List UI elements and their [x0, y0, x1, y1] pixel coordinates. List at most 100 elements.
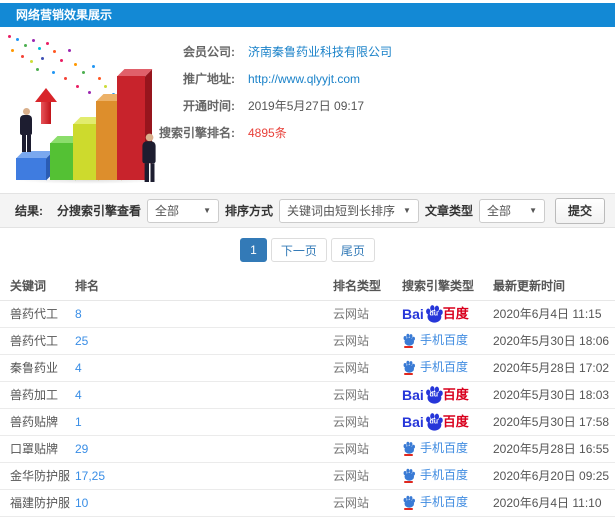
- baidu-paw-icon: du: [424, 412, 444, 431]
- chevron-down-icon: ▼: [203, 206, 212, 215]
- updated-cell: 2020年5月30日 17:58: [485, 408, 615, 436]
- keyword-cell: 福建防护服: [0, 489, 75, 517]
- table-row: 兽药加工 4 云网站 Bai du 百度 2020年5月30日 18:03: [0, 381, 615, 409]
- keyword-cell: 秦鲁药业: [0, 354, 75, 382]
- engine-cell: Bai du 百度: [390, 381, 485, 409]
- updated-cell: [485, 516, 615, 520]
- rank-link[interactable]: 8: [75, 300, 333, 328]
- member-company-link[interactable]: 济南秦鲁药业科技有限公司: [235, 39, 392, 66]
- header-engine-type: 搜索引擎类型: [390, 272, 485, 301]
- keyword-cell: [0, 516, 75, 520]
- engine-filter-label: 分搜索引擎查看: [57, 204, 142, 218]
- header-rank: 排名: [75, 272, 333, 301]
- updated-cell: 2020年6月4日 11:15: [485, 300, 615, 328]
- rank-type-cell: 云网站: [333, 489, 390, 517]
- updated-cell: 2020年5月28日 16:55: [485, 435, 615, 463]
- baidu-logo-du-text: du: [429, 418, 439, 426]
- mobile-baidu-underline: [404, 453, 413, 456]
- sort-filter-select[interactable]: 关键词由短到长排序 ▼: [279, 198, 419, 223]
- rank-link[interactable]: 1: [75, 408, 333, 436]
- updated-cell: 2020年5月28日 17:02: [485, 354, 615, 382]
- promo-url-row: 推广地址: http://www.qlyyjt.com: [0, 66, 392, 93]
- baidu-logo-du-text: du: [429, 310, 439, 318]
- rank-type-cell: 云网站: [333, 354, 390, 382]
- table-row: Bai du 百度: [0, 516, 615, 520]
- open-time-row: 开通时间: 2019年5月27日 09:17: [0, 93, 392, 120]
- next-page-button[interactable]: 下一页: [270, 238, 327, 262]
- mobile-baidu-logo: 手机百度: [402, 360, 468, 375]
- filter-controls: 分搜索引擎查看 全部 ▼ 排序方式 关键词由短到长排序 ▼ 文章类型 全部 ▼ …: [57, 197, 605, 224]
- mobile-baidu-paw-icon: [402, 495, 416, 510]
- header-keyword: 关键词: [0, 272, 75, 301]
- engine-cell: Bai du 百度: [390, 516, 485, 520]
- updated-cell: 2020年6月20日 09:25: [485, 462, 615, 490]
- article-type-filter-select[interactable]: 全部 ▼: [478, 198, 545, 223]
- page-title: 网络营销效果展示: [16, 8, 113, 22]
- rank-type-cell: [333, 516, 390, 520]
- table-row: 兽药贴牌 1 云网站 Bai du 百度 2020年5月30日 17:58: [0, 408, 615, 436]
- keyword-cell: 兽药加工: [0, 381, 75, 409]
- baidu-logo-bai-text: Bai: [402, 386, 424, 403]
- confetti-dots: [8, 35, 11, 38]
- rank-link[interactable]: [75, 516, 333, 520]
- baidu-logo-bai-text: Bai: [402, 413, 424, 430]
- chevron-down-icon: ▼: [403, 206, 411, 215]
- article-type-filter-value: 全部: [486, 204, 511, 218]
- keyword-cell: 兽药代工: [0, 300, 75, 328]
- rank-link[interactable]: 4: [75, 381, 333, 409]
- pagination: 1 下一页 尾页: [0, 228, 615, 272]
- chevron-down-icon: ▼: [529, 206, 537, 215]
- baidu-logo-cn-text: 百度: [442, 306, 469, 321]
- submit-button[interactable]: 提交: [554, 197, 605, 224]
- keyword-cell: 口罩贴牌: [0, 435, 75, 463]
- rank-link[interactable]: 10: [75, 489, 333, 517]
- header-updated: 最新更新时间: [485, 272, 615, 301]
- mobile-baidu-label: 手机百度: [420, 441, 469, 455]
- mobile-baidu-logo: 手机百度: [402, 468, 468, 483]
- table-row: 兽药代工 8 云网站 Bai du 百度 2020年6月4日 11:15: [0, 300, 615, 328]
- table-row: 福建防护服 10 云网站 Bai du 百度: [0, 489, 615, 517]
- rank-type-cell: 云网站: [333, 300, 390, 328]
- ranking-count-label: 搜索引擎排名:: [159, 126, 235, 140]
- engine-filter-select[interactable]: 全部 ▼: [147, 198, 220, 223]
- mobile-baidu-label: 手机百度: [420, 468, 469, 482]
- engine-cell: Bai du 百度: [390, 327, 485, 355]
- ranking-count-row: 搜索引擎排名: 4895条: [0, 120, 392, 147]
- engine-cell: Bai du 百度: [390, 300, 485, 328]
- rank-link[interactable]: 4: [75, 354, 333, 382]
- mobile-baidu-paw-icon: [402, 360, 416, 375]
- baidu-logo-cn-text: 百度: [442, 414, 469, 429]
- baidu-logo-du-text: du: [429, 391, 439, 399]
- rank-link[interactable]: 29: [75, 435, 333, 463]
- article-type-filter-label: 文章类型: [424, 204, 473, 218]
- rank-link[interactable]: 17,25: [75, 462, 333, 490]
- last-page-button[interactable]: 尾页: [330, 238, 375, 262]
- updated-cell: 2020年6月4日 11:10: [485, 489, 615, 517]
- engine-cell: Bai du 百度: [390, 462, 485, 490]
- open-time-label: 开通时间:: [183, 99, 235, 113]
- member-company-label: 会员公司:: [183, 45, 235, 59]
- chart-bar-blue: [16, 151, 53, 180]
- updated-cell: 2020年5月30日 18:06: [485, 327, 615, 355]
- promo-url-link[interactable]: http://www.qlyyjt.com: [235, 66, 360, 93]
- page-button-1[interactable]: 1: [240, 238, 267, 262]
- engine-cell: Bai du 百度: [390, 435, 485, 463]
- sort-filter-label: 排序方式: [225, 204, 274, 218]
- mobile-baidu-underline: [404, 345, 413, 348]
- baidu-logo-bai-text: Bai: [402, 305, 424, 322]
- window-title: 网络营销效果展示: [0, 3, 615, 27]
- rank-type-cell: 云网站: [333, 381, 390, 409]
- baidu-logo-cn-text: 百度: [442, 387, 469, 402]
- baidu-logo: Bai du 百度: [402, 304, 469, 323]
- rank-link[interactable]: 25: [75, 327, 333, 355]
- baidu-logo: Bai du 百度: [402, 412, 469, 431]
- keyword-cell: 金华防护服: [0, 462, 75, 490]
- rank-type-cell: 云网站: [333, 327, 390, 355]
- account-summary: 会员公司: 济南秦鲁药业科技有限公司 推广地址: http://www.qlyy…: [0, 27, 615, 193]
- engine-cell: Bai du 百度: [390, 354, 485, 382]
- engine-cell: Bai du 百度: [390, 489, 485, 517]
- mobile-baidu-label: 手机百度: [420, 495, 469, 509]
- header-rank-type: 排名类型: [333, 272, 390, 301]
- updated-cell: 2020年5月30日 18:03: [485, 381, 615, 409]
- table-header-row: 关键词 排名 排名类型 搜索引擎类型 最新更新时间: [0, 272, 615, 301]
